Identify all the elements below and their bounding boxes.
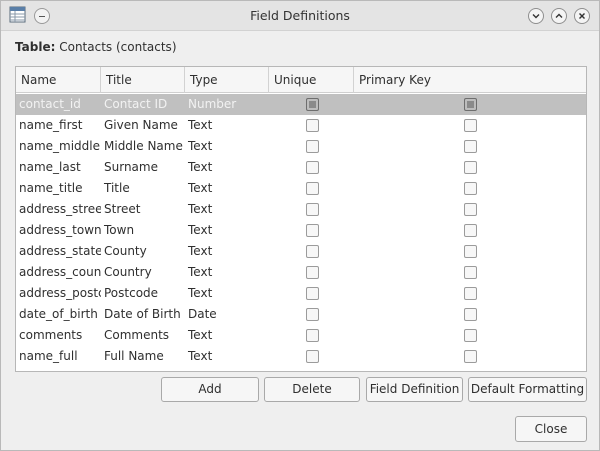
primary-key-checkbox[interactable] <box>464 98 477 111</box>
table-row[interactable]: date_of_birth Date of Birth Date <box>16 304 586 325</box>
table-row[interactable]: name_last Surname Text <box>16 157 586 178</box>
field-title-cell[interactable]: Street <box>101 199 185 220</box>
field-title-cell[interactable]: Full Name <box>101 346 185 367</box>
table-row[interactable]: name_first Given Name Text <box>16 115 586 136</box>
field-title-cell[interactable]: Contact ID <box>101 94 185 115</box>
column-header-name[interactable]: Name <box>16 67 101 93</box>
primary-key-checkbox[interactable] <box>464 161 477 174</box>
field-name-cell[interactable]: address_country <box>16 262 101 283</box>
column-header-unique[interactable]: Unique <box>269 67 354 93</box>
unique-checkbox[interactable] <box>306 308 319 321</box>
table-row[interactable]: name_full Full Name Text <box>16 346 586 367</box>
field-title-cell[interactable]: Town <box>101 220 185 241</box>
primary-key-checkbox[interactable] <box>464 140 477 153</box>
field-type-cell[interactable]: Text <box>185 220 269 241</box>
table-label-prefix: Table: <box>15 40 56 54</box>
delete-button[interactable]: Delete <box>264 377 360 402</box>
chevron-down-icon[interactable] <box>528 8 544 24</box>
column-header-type[interactable]: Type <box>185 67 269 93</box>
field-definitions-dialog: Field Definitions Table: Contacts (conta… <box>0 0 600 451</box>
unique-checkbox[interactable] <box>306 266 319 279</box>
window-title: Field Definitions <box>250 8 350 23</box>
chevron-up-icon[interactable] <box>551 8 567 24</box>
table-row[interactable]: name_title Title Text <box>16 178 586 199</box>
field-name-cell[interactable]: address_state <box>16 241 101 262</box>
table-row[interactable]: comments Comments Text <box>16 325 586 346</box>
field-title-cell[interactable]: Middle Name <box>101 136 185 157</box>
table-row[interactable]: name_middle Middle Name Text <box>16 136 586 157</box>
primary-key-checkbox[interactable] <box>464 266 477 279</box>
field-name-cell[interactable]: contact_id <box>16 94 101 115</box>
field-name-cell[interactable]: name_middle <box>16 136 101 157</box>
add-button[interactable]: Add <box>161 377 259 402</box>
field-type-cell[interactable]: Number <box>185 94 269 115</box>
unique-checkbox[interactable] <box>306 203 319 216</box>
primary-key-checkbox[interactable] <box>464 287 477 300</box>
unique-checkbox[interactable] <box>306 140 319 153</box>
primary-key-checkbox[interactable] <box>464 182 477 195</box>
field-title-cell[interactable]: Given Name <box>101 115 185 136</box>
table-name: Contacts (contacts) <box>59 40 177 54</box>
field-type-cell[interactable]: Text <box>185 178 269 199</box>
title-bar[interactable]: Field Definitions <box>1 1 599 31</box>
field-name-cell[interactable]: name_last <box>16 157 101 178</box>
field-type-cell[interactable]: Date <box>185 304 269 325</box>
primary-key-checkbox[interactable] <box>464 350 477 363</box>
field-type-cell[interactable]: Text <box>185 136 269 157</box>
primary-key-checkbox[interactable] <box>464 119 477 132</box>
table-row[interactable]: address_countryCountryText <box>16 262 586 283</box>
default-formatting-button[interactable]: Default Formatting <box>468 377 587 402</box>
unique-checkbox[interactable] <box>306 245 319 258</box>
unique-checkbox[interactable] <box>306 161 319 174</box>
field-name-cell[interactable]: name_title <box>16 178 101 199</box>
table-row[interactable]: contact_id Contact ID Number <box>16 94 586 115</box>
unique-checkbox[interactable] <box>306 224 319 237</box>
field-definition-button[interactable]: Field Definition <box>366 377 463 402</box>
field-type-cell[interactable]: Text <box>185 199 269 220</box>
field-name-cell[interactable]: name_full <box>16 346 101 367</box>
field-title-cell[interactable]: Postcode <box>101 283 185 304</box>
table-row[interactable]: address_street Street Text <box>16 199 586 220</box>
field-title-cell[interactable]: Surname <box>101 157 185 178</box>
field-type-cell[interactable]: Text <box>185 346 269 367</box>
field-name-cell[interactable]: comments <box>16 325 101 346</box>
unique-checkbox[interactable] <box>306 287 319 300</box>
field-name-cell[interactable]: address_town <box>16 220 101 241</box>
field-title-cell[interactable]: Date of Birth <box>101 304 185 325</box>
column-header-primary-key[interactable]: Primary Key <box>354 67 586 93</box>
unique-checkbox[interactable] <box>306 119 319 132</box>
field-type-cell[interactable]: Text <box>185 157 269 178</box>
primary-key-checkbox[interactable] <box>464 308 477 321</box>
table-row[interactable]: address_postcodePostcodeText <box>16 283 586 304</box>
field-definitions-table[interactable]: Name Title Type Unique Primary Key conta… <box>15 66 587 372</box>
unique-checkbox[interactable] <box>306 98 319 111</box>
column-header-title[interactable]: Title <box>101 67 185 93</box>
primary-key-checkbox[interactable] <box>464 203 477 216</box>
field-name-cell[interactable]: address_postcode <box>16 283 101 304</box>
primary-key-checkbox[interactable] <box>464 329 477 342</box>
field-title-cell[interactable]: Comments <box>101 325 185 346</box>
field-type-cell[interactable]: Text <box>185 241 269 262</box>
field-name-cell[interactable]: name_first <box>16 115 101 136</box>
field-type-cell[interactable]: Text <box>185 325 269 346</box>
close-button[interactable]: Close <box>515 416 587 442</box>
field-type-cell[interactable]: Text <box>185 115 269 136</box>
primary-key-checkbox[interactable] <box>464 224 477 237</box>
primary-key-checkbox[interactable] <box>464 245 477 258</box>
close-icon[interactable] <box>574 8 590 24</box>
field-title-cell[interactable]: Title <box>101 178 185 199</box>
field-title-cell[interactable]: Country <box>101 262 185 283</box>
field-type-cell[interactable]: Text <box>185 262 269 283</box>
unique-checkbox[interactable] <box>306 329 319 342</box>
field-name-cell[interactable]: date_of_birth <box>16 304 101 325</box>
table-row[interactable]: address_town Town Text <box>16 220 586 241</box>
unique-checkbox[interactable] <box>306 182 319 195</box>
table-row[interactable]: address_state County Text <box>16 241 586 262</box>
field-title-cell[interactable]: County <box>101 241 185 262</box>
unique-checkbox[interactable] <box>306 350 319 363</box>
table-header: Name Title Type Unique Primary Key <box>16 67 586 93</box>
field-name-cell[interactable]: address_street <box>16 199 101 220</box>
table-label: Table: Contacts (contacts) <box>15 40 177 54</box>
field-type-cell[interactable]: Text <box>185 283 269 304</box>
